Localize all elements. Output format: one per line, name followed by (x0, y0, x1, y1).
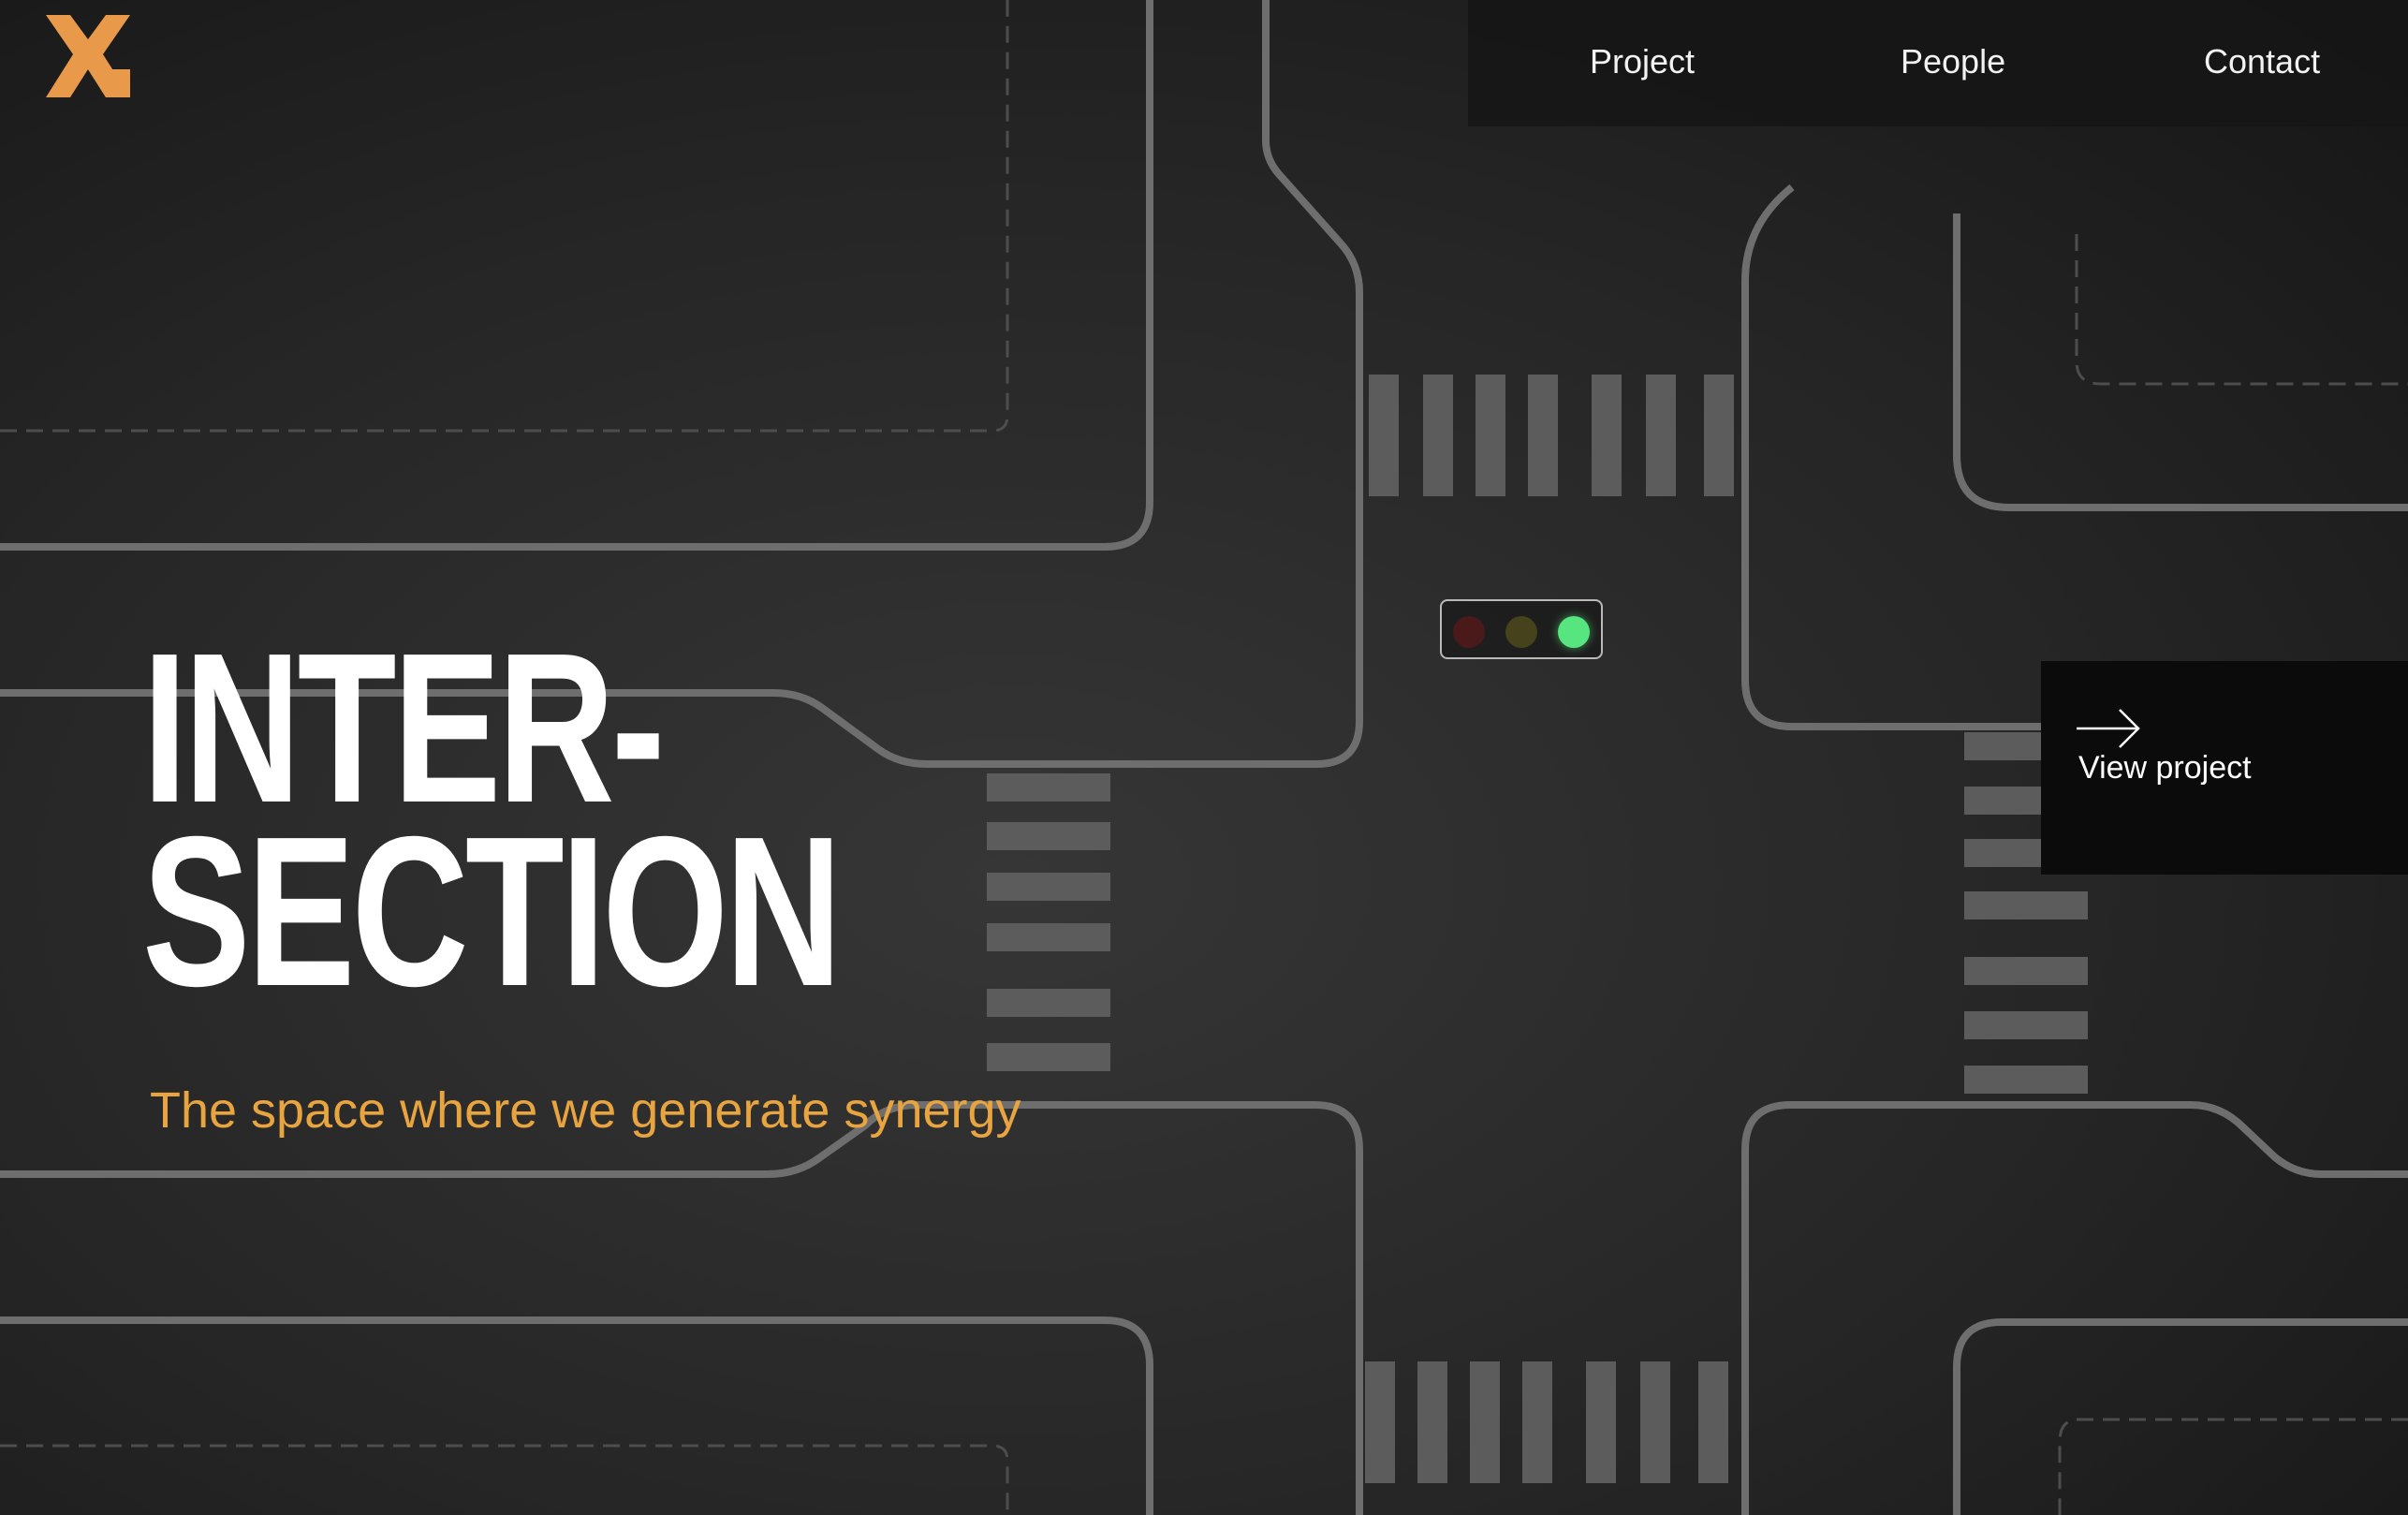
x-logo-icon[interactable] (46, 15, 130, 97)
red-lamp-icon (1453, 616, 1485, 648)
nav-project[interactable]: Project (1590, 39, 1695, 84)
yellow-lamp-icon (1505, 616, 1537, 648)
hero-title-line-2: SECTION (142, 793, 842, 1031)
view-project-label: View project (2078, 750, 2252, 786)
hero-title: INTER- SECTION (142, 622, 842, 1031)
view-project-button[interactable]: View project (2041, 661, 2408, 875)
hero-subtitle: The space where we generate synergy (150, 1082, 1021, 1139)
traffic-light (1440, 599, 1603, 659)
nav-people[interactable]: People (1901, 39, 2005, 84)
arrow-right-icon (2077, 709, 2140, 748)
green-lamp-icon (1558, 616, 1590, 648)
nav-contact[interactable]: Contact (2204, 39, 2320, 84)
